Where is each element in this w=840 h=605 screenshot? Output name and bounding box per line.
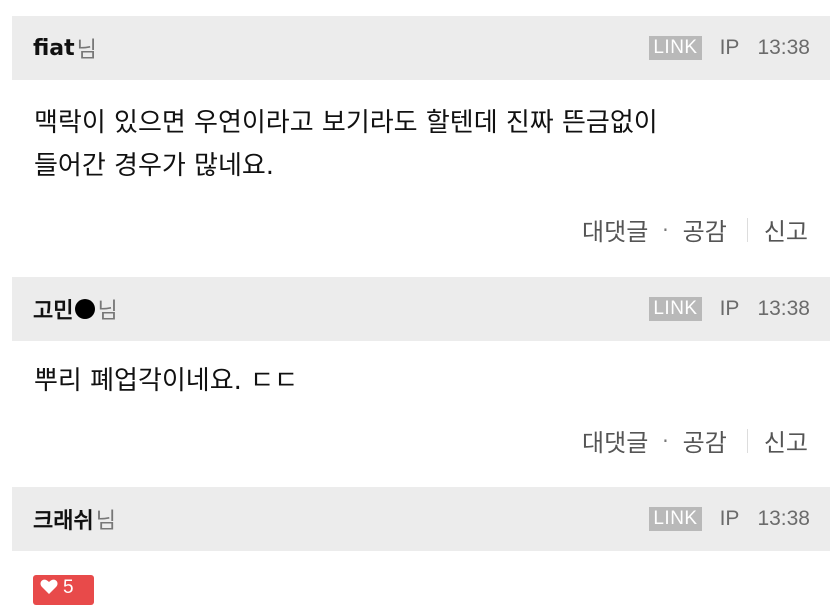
author-nickname[interactable]: 고민 님 xyxy=(33,293,118,325)
ip-label: IP xyxy=(719,507,740,530)
timestamp: 13:38 xyxy=(757,36,810,59)
author-name[interactable]: 크래쉬 xyxy=(33,503,94,535)
like-button[interactable]: 공감 xyxy=(683,423,727,458)
honorific: 님 xyxy=(76,38,97,63)
like-button[interactable]: 공감 xyxy=(683,212,727,247)
author-nickname[interactable]: fiat 님 xyxy=(33,32,97,64)
author-name[interactable]: 고민 xyxy=(33,293,73,325)
report-button[interactable]: 신고 xyxy=(764,423,808,458)
separator-dot: · xyxy=(662,428,669,453)
timestamp: 13:38 xyxy=(757,297,810,320)
comment-actions: 대댓글 · 공감 신고 xyxy=(582,212,808,247)
reply-button[interactable]: 대댓글 xyxy=(582,212,648,247)
link-badge[interactable]: LINK xyxy=(649,36,702,60)
comment-text-line: 맥락이 있으면 우연이라고 보기라도 할텐데 진짜 뜬금없이 xyxy=(34,108,658,138)
reply-button[interactable]: 대댓글 xyxy=(582,423,648,458)
comment-meta: LINK IP 13:38 xyxy=(649,297,810,321)
ip-label: IP xyxy=(719,36,740,59)
comment-text-line: 뿌리 폐업각이네요. ㄷㄷ xyxy=(34,366,298,396)
comment-header: 고민 님 LINK IP 13:38 xyxy=(12,277,830,341)
like-count: 5 xyxy=(63,577,74,598)
author-nickname[interactable]: 크래쉬 님 xyxy=(33,503,116,535)
comment-header: fiat 님 LINK IP 13:38 xyxy=(12,16,830,80)
filled-circle-icon xyxy=(75,299,96,319)
divider xyxy=(746,217,748,242)
divider xyxy=(746,428,748,453)
separator-dot: · xyxy=(662,217,669,242)
comment-text-line: 들어간 경우가 많네요. xyxy=(34,151,275,181)
report-button[interactable]: 신고 xyxy=(764,212,808,247)
author-name[interactable]: fiat xyxy=(33,36,75,61)
comment-body: 맥락이 있으면 우연이라고 보기라도 할텐데 진짜 뜬금없이 들어간 경우가 많… xyxy=(34,102,816,188)
comment-meta: LINK IP 13:38 xyxy=(649,507,810,531)
comment-body: 뿌리 폐업각이네요. ㄷㄷ xyxy=(34,360,816,403)
link-badge[interactable]: LINK xyxy=(649,297,702,321)
comment-header: 크래쉬 님 LINK IP 13:38 xyxy=(12,487,830,551)
ip-label: IP xyxy=(719,297,740,320)
heart-icon xyxy=(40,579,58,594)
honorific: 님 xyxy=(97,299,118,324)
like-count-badge[interactable]: 5 xyxy=(33,575,94,605)
link-badge[interactable]: LINK xyxy=(649,507,702,531)
comment-meta: LINK IP 13:38 xyxy=(649,36,810,60)
timestamp: 13:38 xyxy=(757,507,810,530)
honorific: 님 xyxy=(95,509,116,534)
comment-actions: 대댓글 · 공감 신고 xyxy=(582,423,808,458)
